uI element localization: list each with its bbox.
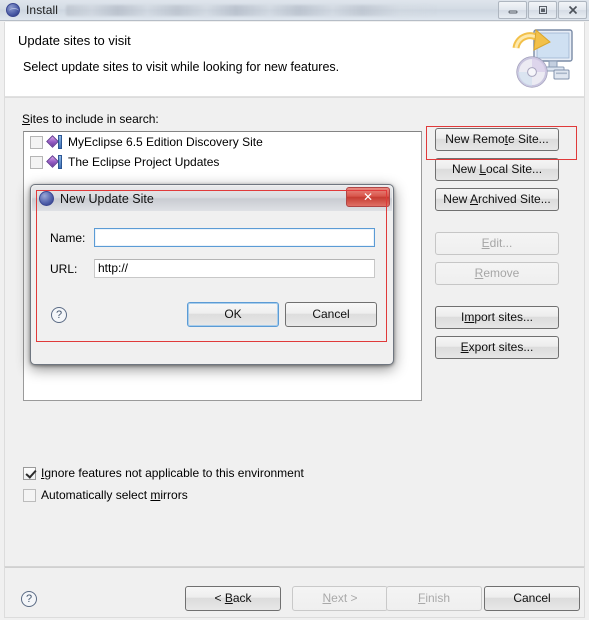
window-controls — [497, 1, 587, 19]
ignore-features-label: Ignore features not applicable to this e… — [41, 466, 304, 480]
list-item-label: MyEclipse 6.5 Edition Discovery Site — [68, 135, 263, 149]
new-remote-site-button[interactable]: New Remote Site... — [435, 128, 559, 151]
ignore-features-checkbox-row[interactable]: Ignore features not applicable to this e… — [23, 466, 304, 480]
site-checkbox[interactable] — [30, 155, 43, 169]
export-sites-button[interactable]: Export sites... — [435, 336, 559, 359]
help-icon[interactable]: ? — [21, 591, 37, 607]
install-wizard-icon — [508, 26, 576, 92]
minimize-icon[interactable] — [498, 1, 527, 19]
dialog-close-icon[interactable]: ✕ — [346, 187, 390, 207]
finish-button: Finish — [386, 586, 482, 611]
maximize-icon[interactable] — [528, 1, 557, 19]
page-description: Select update sites to visit while looki… — [23, 60, 340, 74]
remove-button: Remove — [435, 262, 559, 285]
auto-select-mirrors-label: Automatically select mirrors — [41, 488, 188, 502]
update-site-icon — [46, 154, 64, 170]
page-title: Update sites to visit — [18, 33, 131, 48]
import-sites-button[interactable]: Import sites... — [435, 306, 559, 329]
auto-select-mirrors-checkbox[interactable] — [23, 488, 36, 502]
update-site-icon — [46, 134, 64, 150]
auto-select-mirrors-checkbox-row[interactable]: Automatically select mirrors — [23, 488, 188, 502]
wizard-footer: ? < Back Next > Finish Cancel — [4, 566, 585, 618]
url-field-label: URL: — [50, 262, 78, 276]
dialog-cancel-button[interactable]: Cancel — [285, 302, 377, 327]
back-button[interactable]: < Back — [185, 586, 281, 611]
dialog-body: Name: URL: http:// ? OK Cancel — [32, 211, 392, 364]
next-button: Next > — [292, 586, 388, 611]
blurred-title-text — [66, 4, 437, 16]
sites-to-include-label: Sites to include in search: — [22, 112, 159, 126]
dialog-titlebar: New Update Site ✕ — [32, 186, 392, 211]
edit-button: Edit... — [435, 232, 559, 255]
new-archived-site-button[interactable]: New Archived Site... — [435, 188, 559, 211]
window-titlebar: Install — [0, 0, 589, 21]
new-update-site-dialog: New Update Site ✕ Name: URL: http:// ? O… — [30, 184, 394, 365]
cancel-button[interactable]: Cancel — [484, 586, 580, 611]
close-icon[interactable] — [558, 1, 587, 19]
window-title: Install — [26, 3, 59, 17]
wizard-banner: Update sites to visit Select update site… — [4, 22, 585, 98]
site-checkbox[interactable] — [30, 135, 43, 149]
eclipse-globe-icon — [5, 2, 21, 18]
list-item-label: The Eclipse Project Updates — [68, 155, 220, 169]
eclipse-globe-icon — [39, 191, 54, 206]
ignore-features-checkbox[interactable] — [23, 466, 36, 480]
list-item[interactable]: MyEclipse 6.5 Edition Discovery Site — [24, 132, 421, 152]
name-field[interactable] — [94, 228, 375, 247]
install-wizard-window: Install Update sites to visit Select upd… — [0, 0, 589, 620]
url-field[interactable]: http:// — [94, 259, 375, 278]
name-field-label: Name: — [50, 231, 86, 245]
list-item[interactable]: The Eclipse Project Updates — [24, 152, 421, 172]
dialog-title: New Update Site — [60, 191, 154, 206]
dialog-help-icon[interactable]: ? — [51, 307, 67, 323]
new-local-site-button[interactable]: New Local Site... — [435, 158, 559, 181]
dialog-ok-button[interactable]: OK — [187, 302, 279, 327]
site-actions-column: New Remote Site... New Local Site... New… — [435, 128, 575, 366]
